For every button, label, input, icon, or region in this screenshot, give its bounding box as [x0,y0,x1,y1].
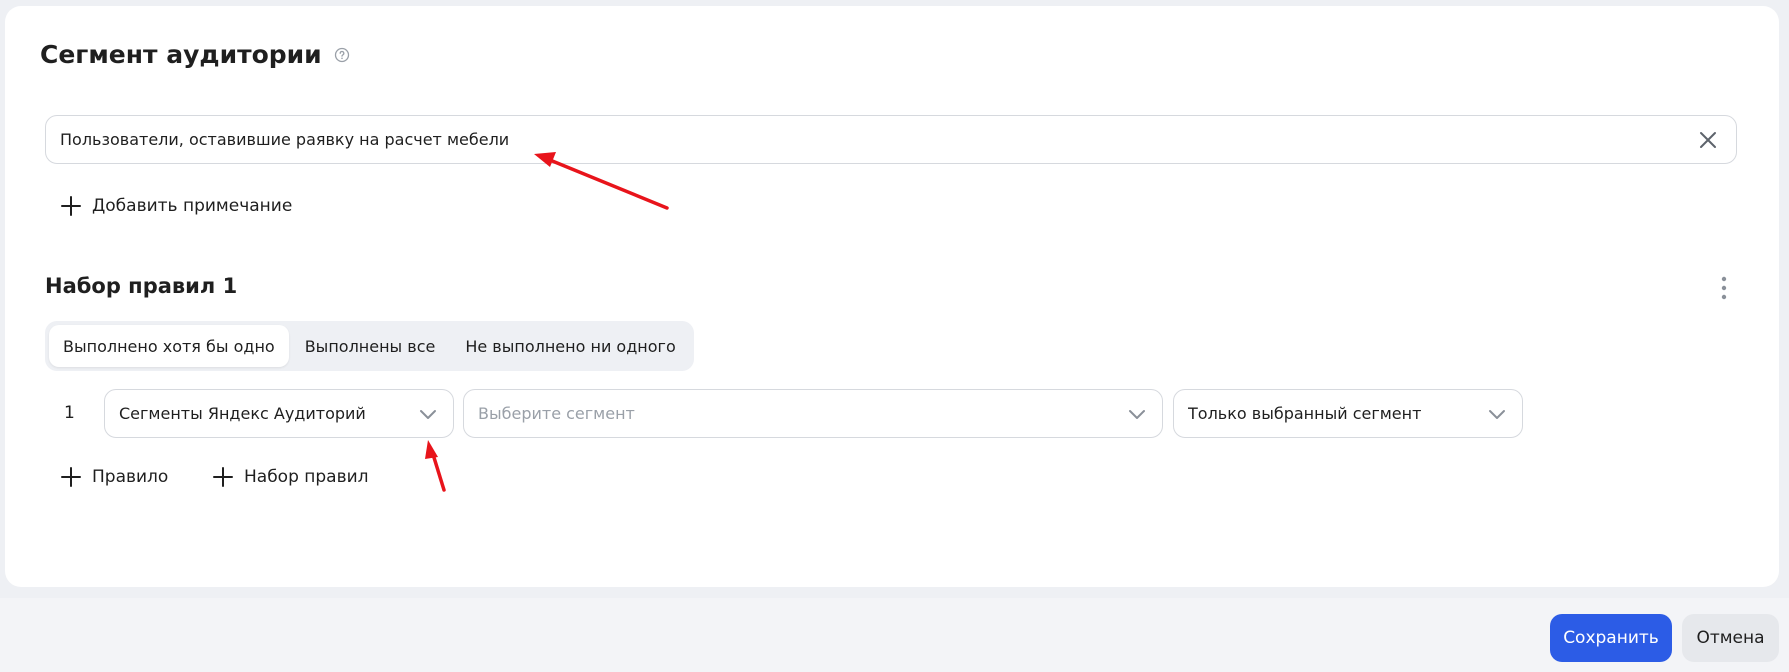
rule-source-value: Сегменты Яндекс Аудиторий [119,404,366,423]
segment-scope-value: Только выбранный сегмент [1188,404,1422,423]
rule-source-select[interactable]: Сегменты Яндекс Аудиторий [104,389,454,438]
segment-name-input[interactable] [60,116,1660,163]
chevron-down-icon [1489,409,1505,419]
add-rule-button[interactable]: Правило [60,466,168,488]
ruleset-mode-switch: Выполнено хотя бы одно Выполнены все Не … [45,321,694,371]
add-rule-label: Правило [92,467,169,487]
rule-index: 1 [64,403,75,423]
add-ruleset-button[interactable]: Набор правил [212,466,369,488]
plus-icon [61,196,81,216]
plus-icon [213,467,233,487]
plus-icon [61,467,81,487]
ruleset-title: Набор правил 1 [45,274,238,298]
add-ruleset-label: Набор правил [244,467,369,487]
chevron-down-icon [1129,409,1145,419]
footer-bar [0,598,1789,672]
mode-none[interactable]: Не выполнено ни одного [451,325,689,367]
chevron-down-icon [420,409,436,419]
save-button[interactable]: Сохранить [1550,614,1672,662]
mode-any[interactable]: Выполнено хотя бы одно [49,325,289,367]
add-note-button[interactable]: Добавить примечание [60,195,292,217]
segment-form-card [5,6,1779,587]
cancel-button[interactable]: Отмена [1682,614,1779,662]
close-icon[interactable] [1696,128,1720,152]
add-note-label: Добавить примечание [92,196,293,216]
title-row: Сегмент аудитории [40,40,350,69]
segment-scope-select[interactable]: Только выбранный сегмент [1173,389,1523,438]
mode-all[interactable]: Выполнены все [291,325,450,367]
page-title: Сегмент аудитории [40,40,322,69]
segment-select[interactable]: Выберите сегмент [463,389,1163,438]
help-icon[interactable] [334,47,350,63]
segment-name-field [45,115,1737,164]
segment-select-placeholder: Выберите сегмент [478,404,635,423]
kebab-icon[interactable] [1714,274,1734,302]
